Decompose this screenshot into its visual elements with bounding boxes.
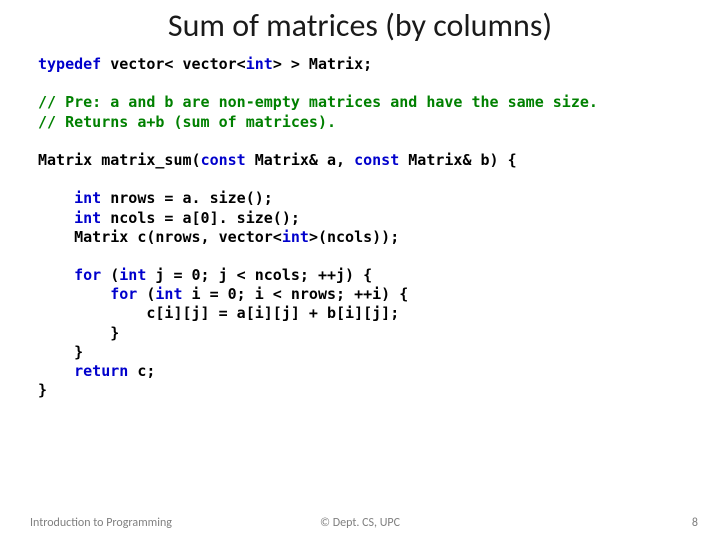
t: ( [101, 266, 119, 284]
t: >(ncols)); [309, 228, 399, 246]
t: Matrix c(nrows, vector< [38, 228, 282, 246]
kw-int: int [119, 266, 146, 284]
slide: Sum of matrices (by columns) typedef vec… [0, 0, 720, 540]
t: > > Matrix; [273, 55, 372, 73]
t: c[i][j] = a[i][j] + b[i][j]; [38, 304, 399, 322]
slide-title: Sum of matrices (by columns) [0, 0, 720, 45]
t: ncols = a[0]. size(); [101, 209, 300, 227]
t: j = 0; j < ncols; ++j) { [146, 266, 372, 284]
t [38, 285, 110, 303]
t: i = 0; i < nrows; ++i) { [183, 285, 409, 303]
t [38, 266, 74, 284]
t: ( [137, 285, 155, 303]
kw-for: for [74, 266, 101, 284]
comment: // Pre: a and b are non-empty matrices a… [38, 93, 598, 111]
t: Matrix& a, [246, 151, 354, 169]
t [38, 209, 74, 227]
footer-center: © Dept. CS, UPC [0, 516, 720, 530]
footer-page-number: 8 [692, 516, 698, 530]
kw-return: return [74, 362, 128, 380]
kw-typedef: typedef [38, 55, 101, 73]
t: vector< vector< [101, 55, 246, 73]
t: Matrix matrix_sum( [38, 151, 201, 169]
kw-int: int [246, 55, 273, 73]
t: } [38, 343, 83, 361]
kw-int: int [282, 228, 309, 246]
kw-const: const [201, 151, 246, 169]
kw-const: const [354, 151, 399, 169]
comment: // Returns a+b (sum of matrices). [38, 113, 336, 131]
kw-int: int [155, 285, 182, 303]
kw-int: int [74, 189, 101, 207]
t [38, 189, 74, 207]
t: nrows = a. size(); [101, 189, 273, 207]
t [38, 362, 74, 380]
kw-int: int [74, 209, 101, 227]
code-block: typedef vector< vector<int> > Matrix; //… [0, 45, 720, 400]
t: Matrix& b) { [399, 151, 516, 169]
t: } [38, 381, 47, 399]
t: c; [128, 362, 155, 380]
t: } [38, 324, 119, 342]
kw-for: for [110, 285, 137, 303]
